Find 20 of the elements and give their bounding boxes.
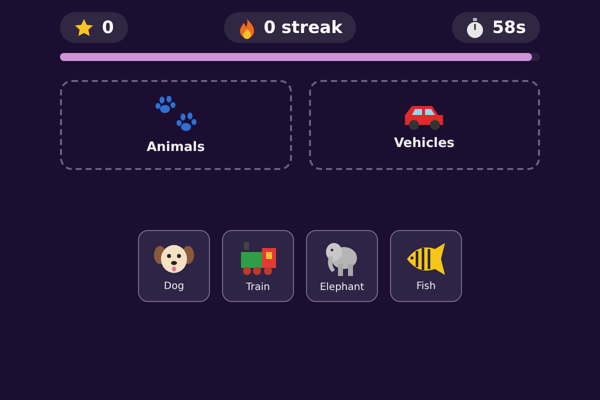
stat-value: 58s [492, 18, 526, 38]
fish-icon [405, 240, 447, 276]
drop-zone[interactable]: Animals [60, 80, 292, 170]
star-icon [74, 18, 94, 38]
item-label: Dog [164, 280, 184, 292]
category-label: Animals [146, 140, 205, 154]
category-label: Vehicles [394, 136, 455, 150]
train-icon [238, 240, 278, 278]
item-card[interactable]: Train [222, 230, 294, 302]
stat-value: 0 [102, 18, 114, 38]
item-card[interactable]: Dog [138, 230, 210, 302]
item-card[interactable]: Elephant [306, 230, 378, 302]
item-label: Train [246, 282, 270, 292]
item-label: Elephant [320, 282, 364, 292]
fire-icon [238, 16, 256, 38]
item-label: Fish [416, 280, 436, 292]
stat-value: 0 streak [264, 18, 342, 38]
drop-zone[interactable]: Vehicles [308, 80, 540, 170]
item-card[interactable]: Fish [390, 230, 462, 302]
stopwatch-icon [466, 16, 484, 38]
